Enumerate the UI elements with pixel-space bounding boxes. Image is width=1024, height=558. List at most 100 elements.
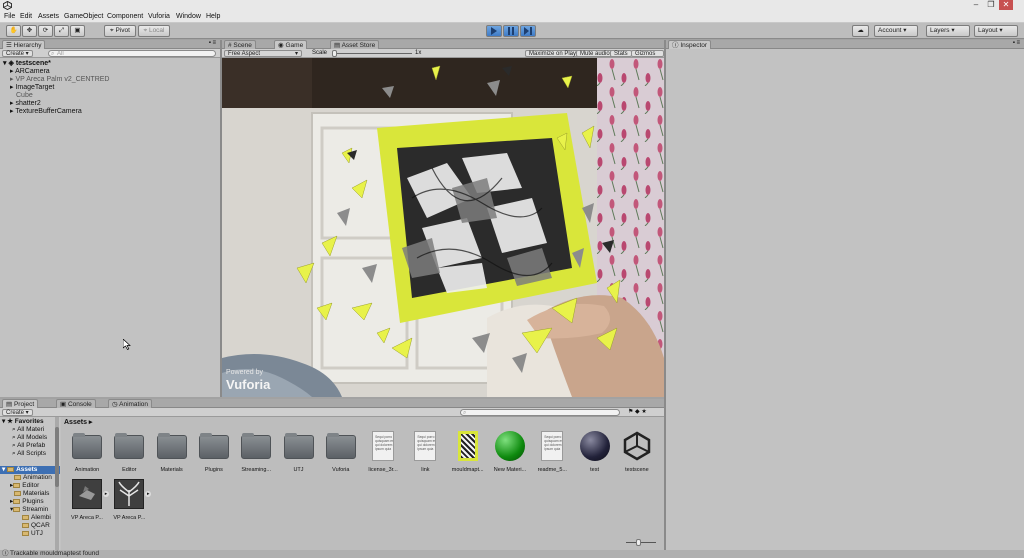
fav-item[interactable]: ⌕ All Models <box>12 434 47 442</box>
zoom-slider[interactable] <box>626 539 656 546</box>
tree-scrollbar[interactable] <box>55 417 59 550</box>
asset-item[interactable]: UTJ <box>279 431 319 479</box>
menu-assets[interactable]: Assets <box>38 12 59 22</box>
move-tool-icon[interactable]: ✥ <box>22 25 37 37</box>
aspect-dropdown[interactable]: Free Aspect ▾ <box>224 50 302 57</box>
scene-tab-label: Scene <box>233 42 252 49</box>
tab-game[interactable]: ◉ Game <box>274 40 308 49</box>
tree-folder[interactable]: Materials <box>14 490 49 498</box>
tree-folder[interactable]: ▸ Editor <box>10 482 39 490</box>
asset-item[interactable]: Animation <box>67 431 107 479</box>
watermark-line2: Vuforia <box>226 377 271 392</box>
rotate-tool-icon[interactable]: ⟳ <box>38 25 53 37</box>
rect-tool-icon[interactable]: ▣ <box>70 25 85 37</box>
layout-dropdown[interactable]: Layout ▾ <box>974 25 1018 37</box>
hierarchy-item-arcamera[interactable]: ▸ ARCamera <box>10 68 50 76</box>
tree-folder[interactable]: ▸ Plugins <box>10 498 44 506</box>
menu-gameobject[interactable]: GameObject <box>64 12 103 22</box>
filter-icons[interactable]: ⚑ ◆ ★ <box>628 408 647 415</box>
stats-toggle[interactable]: Stats <box>610 50 632 57</box>
asset-item[interactable]: ▸ VP Areca P... <box>109 479 152 527</box>
tab-scene[interactable]: # Scene <box>224 40 256 49</box>
hand-tool-icon[interactable]: ✋ <box>6 25 21 37</box>
scale-tool-icon[interactable]: ⤢ <box>54 25 69 37</box>
expand-arrow-icon[interactable]: ▸ <box>103 491 109 497</box>
tab-project[interactable]: ▤ Project <box>2 399 39 408</box>
menu-help[interactable]: Help <box>206 12 220 22</box>
maximize-on-play-toggle[interactable]: Maximize on Play <box>525 50 581 57</box>
asset-item[interactable]: test <box>575 431 615 479</box>
material-sphere-icon <box>579 431 610 461</box>
minimize-icon[interactable]: – <box>969 0 983 10</box>
local-toggle[interactable]: ⌖ Local <box>138 25 170 37</box>
hierarchy-item-texturebuffer[interactable]: ▸ TextureBufferCamera <box>10 108 82 116</box>
asset-item[interactable]: Editor <box>109 431 149 479</box>
asset-item[interactable]: mouldmapt... <box>448 431 488 479</box>
tree-folder-label: Editor <box>22 482 40 489</box>
fav-item[interactable]: ⌕ All Prefab <box>12 442 45 450</box>
step-button[interactable] <box>520 25 536 37</box>
asset-item[interactable]: Plugins <box>194 431 234 479</box>
tab-animation[interactable]: ◷ Animation <box>108 399 153 408</box>
expand-arrow-icon[interactable]: ▸ <box>145 491 152 497</box>
favorites-label: Favorites <box>14 418 44 425</box>
asset-item[interactable]: Vuforia <box>321 431 361 479</box>
project-create-button[interactable]: Create ▾ <box>2 409 33 416</box>
menu-edit[interactable]: Edit <box>20 12 32 22</box>
pause-button[interactable] <box>503 25 519 37</box>
panel-menu-icon[interactable]: ▪ ≡ <box>209 40 216 46</box>
asset-item[interactable]: ▸ VP Areca P... <box>67 479 109 527</box>
tree-folder[interactable]: Animation <box>14 474 52 482</box>
menu-vuforia[interactable]: Vuforia <box>148 12 170 22</box>
tab-console[interactable]: ▣ Console <box>56 399 96 408</box>
play-button[interactable] <box>486 25 502 37</box>
hierarchy-search-input[interactable]: ⌕ All <box>48 50 216 57</box>
hierarchy-item-cube[interactable]: Cube <box>16 92 33 100</box>
project-search-input[interactable]: ⌕ <box>460 409 620 416</box>
menu-file[interactable]: File <box>4 12 15 22</box>
fav-item[interactable]: ⌕ All Scripts <box>12 450 46 458</box>
hierarchy-item-shatter2[interactable]: ▸ shatter2 <box>10 100 41 108</box>
asset-item[interactable]: Sequi porro quisquam est qui dolorem ips… <box>532 431 572 479</box>
tree-folder[interactable]: ▾ Streamin <box>10 506 48 514</box>
hierarchy-item-imagetarget[interactable]: ▸ ImageTarget <box>10 84 54 92</box>
asset-item[interactable]: Sequi porro quisquam est qui dolorem ips… <box>363 431 403 479</box>
scene-root[interactable]: ▾ ◈ testscene* <box>3 60 51 68</box>
gizmos-dropdown[interactable]: Gizmos ▾ <box>631 50 664 64</box>
asset-item[interactable]: Streaming... <box>236 431 276 479</box>
text-file-icon: Sequi porro quisquam est qui dolorem ips… <box>414 431 437 461</box>
close-icon[interactable]: ✕ <box>999 0 1013 10</box>
hierarchy-create-button[interactable]: Create ▾ <box>2 50 33 57</box>
assets-breadcrumb[interactable]: Assets ▸ <box>64 418 92 426</box>
restore-icon[interactable]: ❐ <box>984 0 998 10</box>
tree-scrollbar-thumb[interactable] <box>55 427 59 487</box>
fav-item[interactable]: ⌕ All Materi <box>12 426 44 434</box>
status-text: Trackable mouldmaptest found <box>10 550 100 557</box>
panel-menu-icon[interactable]: ▪ ≡ <box>1013 40 1020 46</box>
layers-dropdown[interactable]: Layers ▾ <box>926 25 970 37</box>
asset-item[interactable]: Sequi porro quisquam est qui dolorem ips… <box>405 431 445 479</box>
fav-item-label: All Models <box>17 434 48 441</box>
tree-folder[interactable]: QCAR <box>22 522 50 530</box>
cloud-icon[interactable]: ☁ <box>852 25 869 37</box>
asset-item[interactable]: New Materi... <box>490 431 530 479</box>
mute-audio-toggle[interactable]: Mute audio <box>576 50 614 57</box>
tree-folder[interactable]: UTJ <box>22 530 43 538</box>
account-dropdown[interactable]: Account ▾ <box>874 25 918 37</box>
hierarchy-item-areca[interactable]: ▸ VP Areca Palm v2_CENTRED <box>10 76 109 84</box>
menu-component[interactable]: Component <box>107 12 143 22</box>
asset-item[interactable]: testscene <box>617 431 657 479</box>
scale-slider-thumb[interactable] <box>332 50 337 57</box>
favorites-node[interactable]: ▾ ★ Favorites <box>2 418 44 426</box>
game-view[interactable]: Powered by Vuforia <box>222 58 664 397</box>
tab-asset-store[interactable]: ▤ Asset Store <box>330 40 380 49</box>
assets-node[interactable]: ▾ Assets <box>0 466 60 474</box>
pivot-toggle[interactable]: ⌖ Pivot <box>104 25 136 37</box>
asset-item[interactable]: Materials <box>152 431 192 479</box>
scale-slider[interactable] <box>332 50 412 57</box>
zoom-slider-thumb[interactable] <box>636 539 641 546</box>
tab-inspector[interactable]: ⓘ Inspector <box>668 40 712 49</box>
menu-window[interactable]: Window <box>176 12 201 22</box>
tab-hierarchy[interactable]: ☰ Hierarchy <box>2 40 46 49</box>
tree-folder[interactable]: Alembi <box>22 514 51 522</box>
